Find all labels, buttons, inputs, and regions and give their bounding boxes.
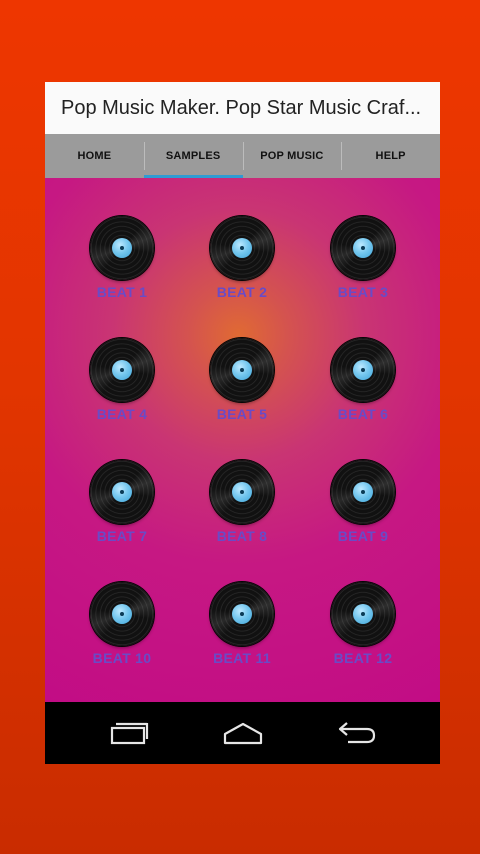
vinyl-record-icon — [210, 338, 274, 402]
tab-pop-music[interactable]: POP MUSIC — [242, 134, 342, 178]
recent-apps-icon — [110, 722, 149, 745]
beat-12-button[interactable]: BEAT 12 — [313, 582, 413, 682]
recent-apps-button[interactable] — [89, 702, 169, 764]
tab-help[interactable]: HELP — [341, 134, 440, 178]
tab-samples[interactable]: SAMPLES — [143, 134, 243, 178]
beat-6-button[interactable]: BEAT 6 — [313, 338, 413, 438]
action-bar: Pop Music Maker. Pop Star Music Craf... — [45, 82, 440, 134]
beat-3-label: BEAT 3 — [337, 284, 389, 300]
phone-screen: Pop Music Maker. Pop Star Music Craf... … — [45, 82, 440, 764]
vinyl-record-icon — [210, 216, 274, 280]
tab-bar: HOME SAMPLES POP MUSIC HELP — [45, 134, 440, 178]
beat-9-button[interactable]: BEAT 9 — [313, 460, 413, 560]
tab-home[interactable]: HOME — [45, 134, 144, 178]
beat-12-label: BEAT 12 — [333, 650, 393, 666]
beat-10-label: BEAT 10 — [92, 650, 152, 666]
vinyl-record-icon — [90, 582, 154, 646]
beat-4-label: BEAT 4 — [96, 406, 148, 422]
system-nav-bar — [45, 702, 440, 764]
tab-help-label: HELP — [375, 150, 406, 162]
vinyl-record-icon — [210, 460, 274, 524]
beat-2-button[interactable]: BEAT 2 — [192, 216, 292, 316]
vinyl-record-icon — [90, 216, 154, 280]
vinyl-record-icon — [331, 582, 395, 646]
vinyl-record-icon — [331, 460, 395, 524]
beat-4-button[interactable]: BEAT 4 — [72, 338, 172, 438]
app-title: Pop Music Maker. Pop Star Music Craf... — [61, 96, 422, 119]
home-button[interactable] — [203, 702, 283, 764]
beat-10-button[interactable]: BEAT 10 — [72, 582, 172, 682]
vinyl-record-icon — [90, 460, 154, 524]
tab-home-label: HOME — [77, 150, 112, 162]
beat-11-button[interactable]: BEAT 11 — [192, 582, 292, 682]
vinyl-record-icon — [210, 582, 274, 646]
beats-grid: BEAT 1 BEAT 2 BEAT 3 BEAT 4 BEAT 5 BEAT … — [45, 178, 440, 702]
beat-8-label: BEAT 8 — [216, 528, 268, 544]
beat-7-label: BEAT 7 — [96, 528, 148, 544]
beat-1-label: BEAT 1 — [96, 284, 148, 300]
beat-5-label: BEAT 5 — [216, 406, 268, 422]
vinyl-record-icon — [331, 338, 395, 402]
beat-5-button[interactable]: BEAT 5 — [192, 338, 292, 438]
home-icon — [223, 722, 263, 745]
beat-1-button[interactable]: BEAT 1 — [72, 216, 172, 316]
beat-3-button[interactable]: BEAT 3 — [313, 216, 413, 316]
vinyl-record-icon — [331, 216, 395, 280]
beat-6-label: BEAT 6 — [337, 406, 389, 422]
vinyl-record-icon — [90, 338, 154, 402]
tab-samples-label: SAMPLES — [165, 150, 221, 162]
beat-2-label: BEAT 2 — [216, 284, 268, 300]
beat-8-button[interactable]: BEAT 8 — [192, 460, 292, 560]
beat-7-button[interactable]: BEAT 7 — [72, 460, 172, 560]
back-icon — [338, 722, 376, 744]
beat-9-label: BEAT 9 — [337, 528, 389, 544]
beat-11-label: BEAT 11 — [213, 650, 271, 666]
back-button[interactable] — [317, 702, 397, 764]
tab-pop-music-label: POP MUSIC — [260, 150, 324, 162]
